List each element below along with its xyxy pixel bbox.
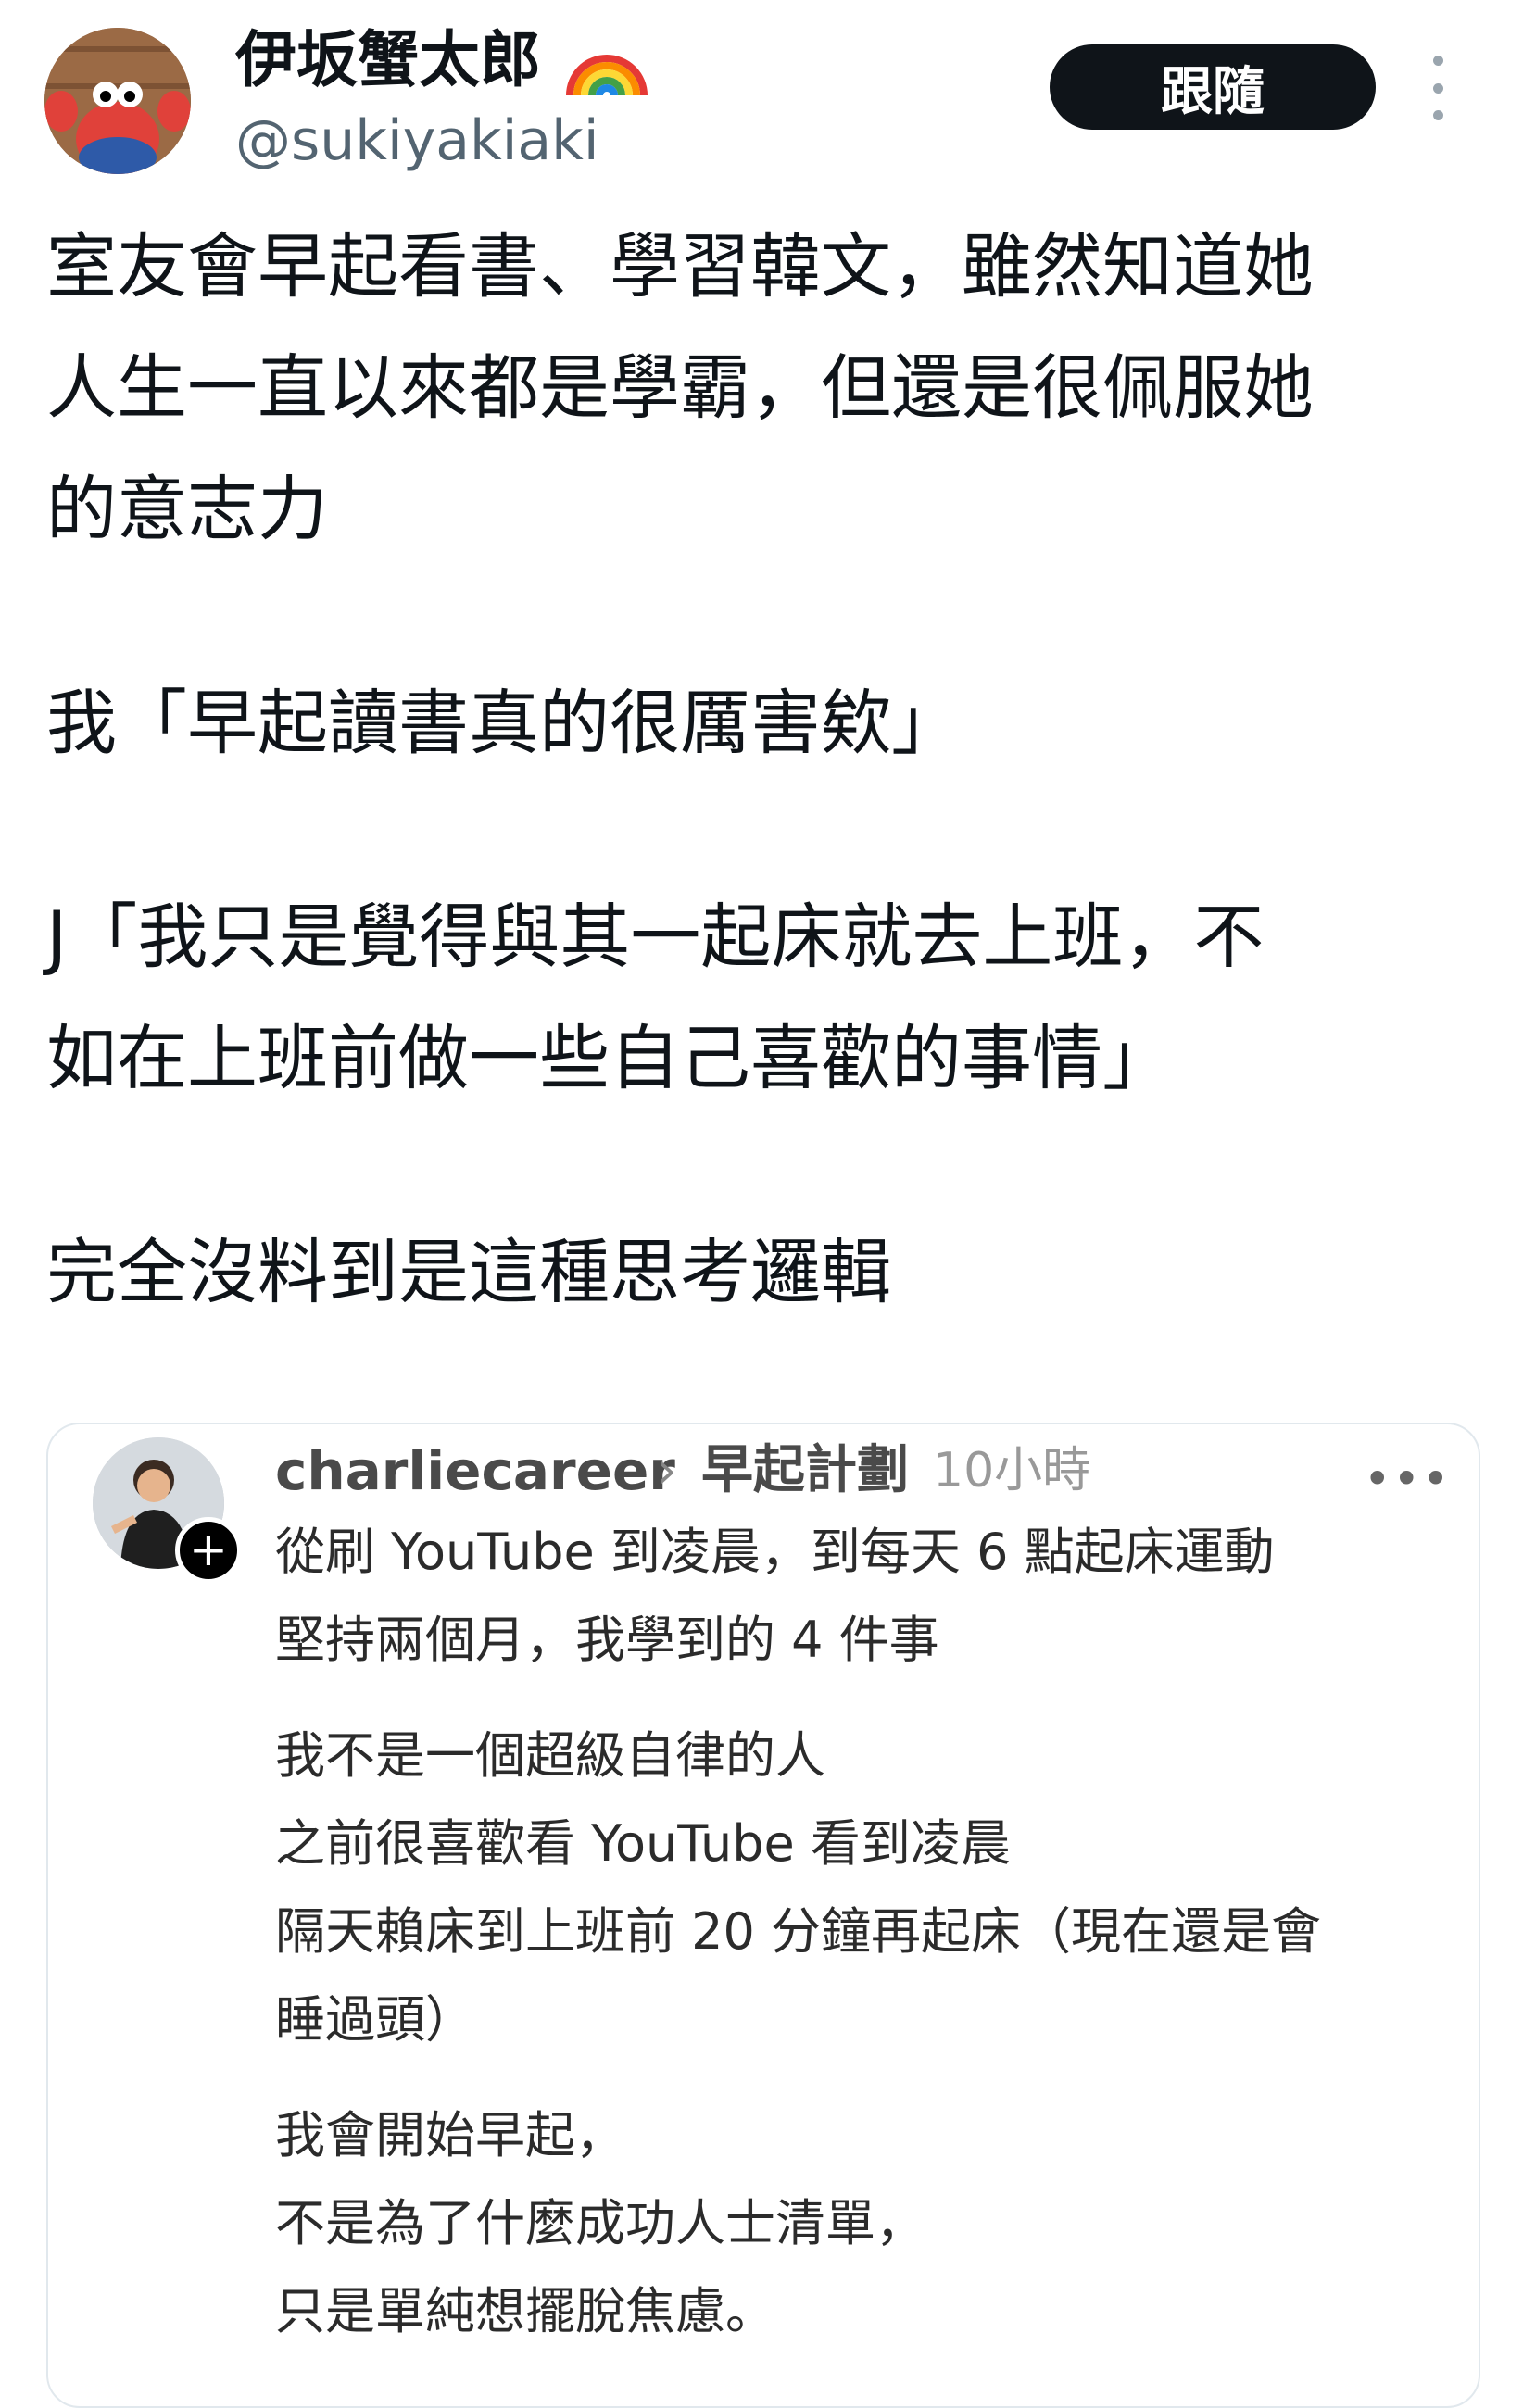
- more-dots-icon[interactable]: [1419, 56, 1456, 120]
- rainbow-emoji-icon: [565, 26, 648, 100]
- user-avatar[interactable]: [44, 28, 191, 174]
- follow-button[interactable]: 跟隨: [1050, 44, 1376, 130]
- quoted-paragraph: 從刷 YouTube 到凌晨，到每天 6 點起床運動 堅持兩個月，我學到的 4 …: [275, 1523, 1275, 1669]
- quoted-text: 從刷 YouTube 到凌晨，到每天 6 點起床運動 堅持兩個月，我學到的 4 …: [275, 1508, 1461, 2383]
- more-horizontal-icon[interactable]: •••: [1364, 1452, 1451, 1506]
- tweet-paragraph: 室友會早起看書、學習韓文，雖然知道她 人生一直以來都是學霸，但還是很佩服她 的意…: [46, 225, 1314, 550]
- display-name[interactable]: 伊坂蟹太郎: [235, 20, 541, 100]
- quoted-paragraph: 我會開始早起， 不是為了什麼成功人士清單， 只是單純想擺脫焦慮。: [275, 2106, 925, 2340]
- paragraph-spacer: [46, 570, 1492, 662]
- user-handle[interactable]: @sukiyakiaki: [235, 104, 599, 178]
- follow-plus-icon[interactable]: +: [175, 1517, 242, 1584]
- paragraph-spacer: [46, 1119, 1492, 1211]
- quoted-username[interactable]: charliecareer: [275, 1424, 675, 1517]
- tweet-paragraph: J「我只是覺得與其一起床就去上班，不 如在上班前做一些自己喜歡的事情」: [46, 896, 1265, 1099]
- quoted-paragraph: 我不是一個超級自律的人 之前很喜歡看 YouTube 看到凌晨 隔天賴床到上班前…: [275, 1726, 1322, 2049]
- quoted-timestamp: 10小時: [933, 1443, 1091, 1499]
- tweet-paragraph: 我「早起讀書真的很厲害欸」: [46, 682, 962, 764]
- post-header: 伊坂蟹太郎 @sukiyakiaki 跟隨: [0, 0, 1523, 185]
- embedded-post-card[interactable]: + charliecareer › 早起計劃 10小時 ••• 從刷 YouTu…: [46, 1423, 1480, 2408]
- quoted-topic[interactable]: 早起計劃: [701, 1424, 909, 1517]
- tweet-text: 室友會早起看書、學習韓文，雖然知道她 人生一直以來都是學霸，但還是很佩服她 的意…: [46, 206, 1492, 1333]
- paragraph-spacer: [46, 784, 1492, 876]
- chevron-right-icon: ›: [657, 1441, 677, 1499]
- tweet-paragraph: 完全沒料到是這種思考邏輯: [46, 1231, 891, 1313]
